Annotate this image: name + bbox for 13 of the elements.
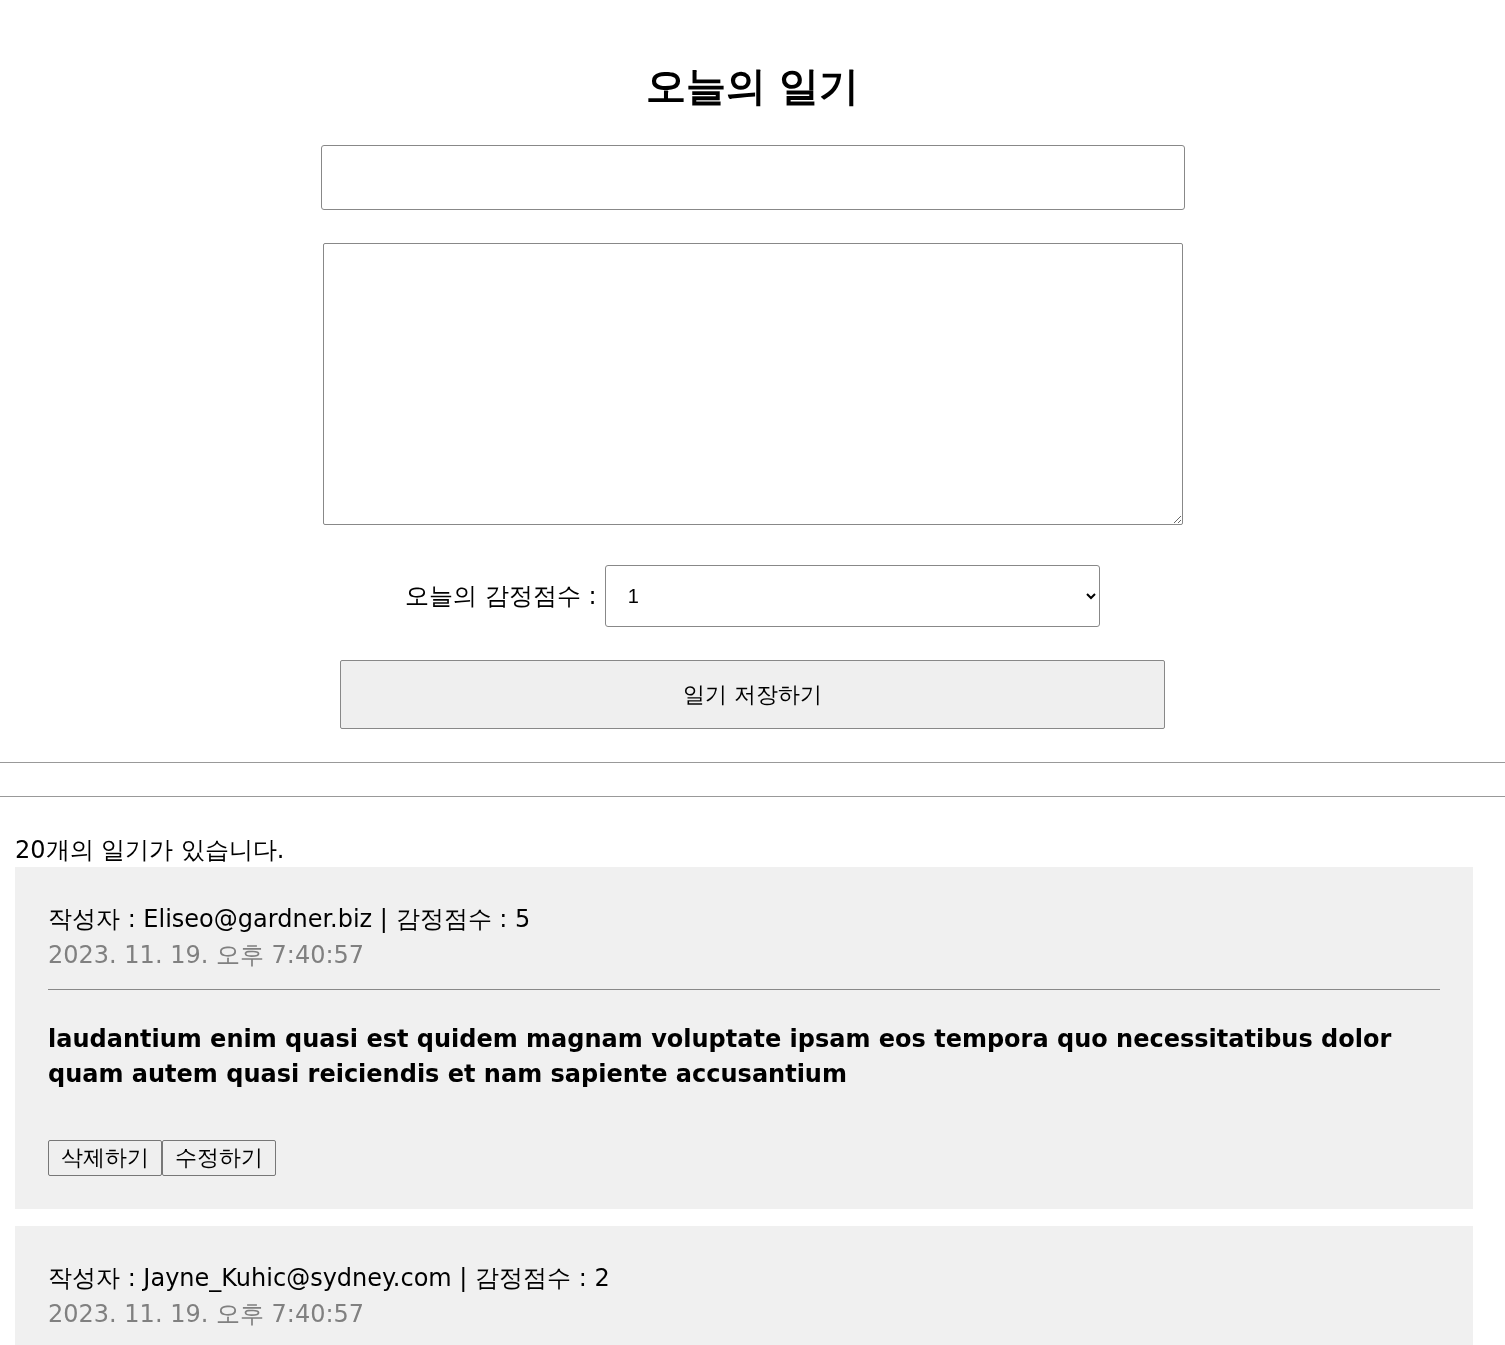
diary-count-text: 20개의 일기가 있습니다. bbox=[15, 835, 286, 866]
author-input-field[interactable] bbox=[320, 145, 1185, 210]
diary-date: 2023. 11. 19. 오후 7:40:57 bbox=[48, 940, 366, 971]
diary-info: 작성자 : Jayne_Kuhic@sydney.com | 감정점수 : 2 bbox=[48, 1263, 611, 1294]
diary-action-button[interactable]: 수정하기 bbox=[162, 1140, 276, 1176]
diary-action-button[interactable]: 삭제하기 bbox=[48, 1140, 162, 1176]
emotion-select[interactable]: 1 bbox=[604, 565, 1100, 627]
diary-info: 작성자 : Eliseo@gardner.biz | 감정점수 : 5 bbox=[48, 904, 532, 935]
save-button[interactable]: 일기 저장하기 bbox=[340, 660, 1165, 729]
diary-date: 2023. 11. 19. 오후 7:40:57 bbox=[48, 1299, 366, 1330]
page-title: 오늘의 일기 bbox=[644, 62, 861, 111]
diary-content: laudantium enim quasi est quidem magnam voluptate ipsam eos tempora quo necessitatibus dolor quam autem quasi reiciendis et nam sapiente accusantium bbox=[48, 1024, 1393, 1090]
emotion-label: 오늘의 감정점수 : bbox=[405, 581, 597, 612]
